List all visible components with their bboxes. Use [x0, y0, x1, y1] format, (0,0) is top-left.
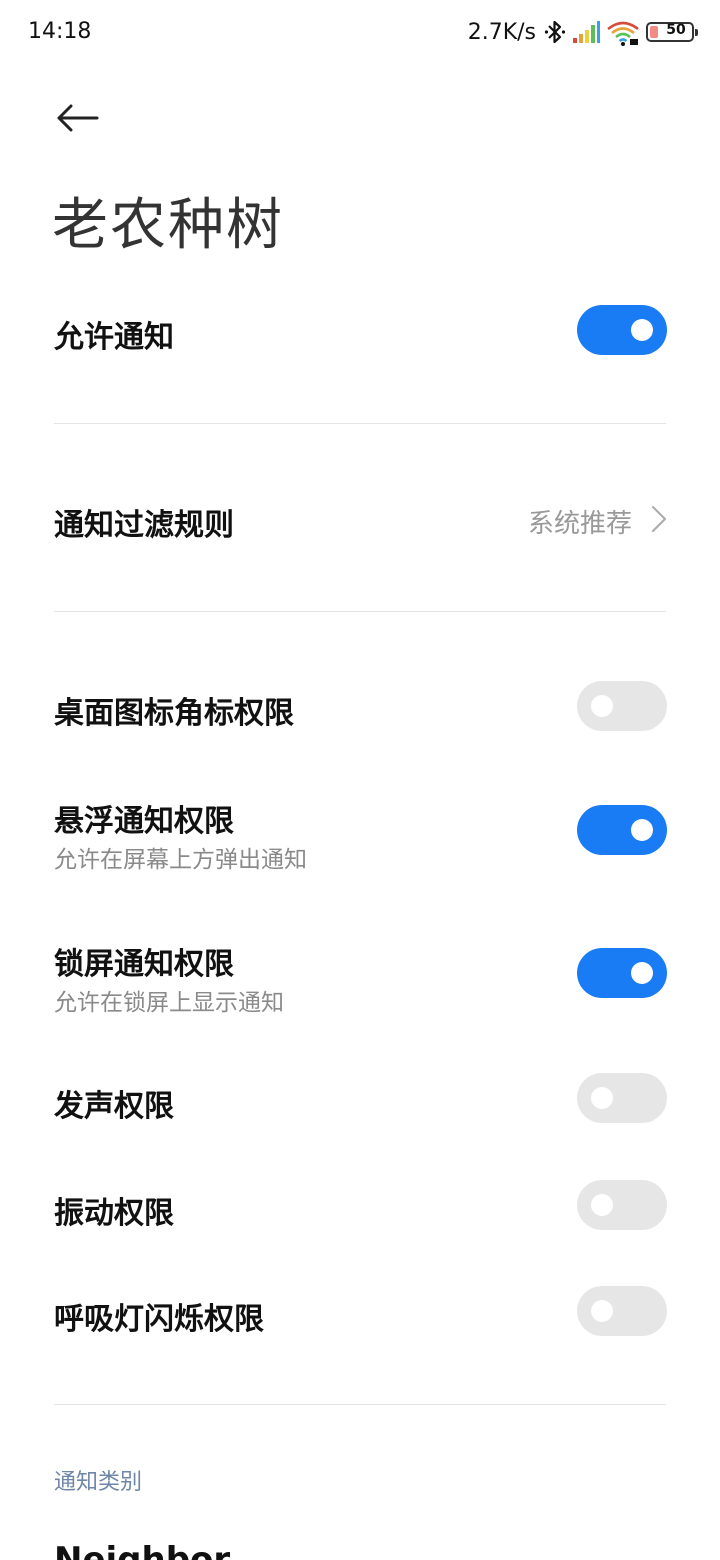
network-speed: 2.7K/s: [467, 19, 536, 45]
toggle-knob: [631, 319, 653, 341]
vibration-permission-toggle[interactable]: [577, 1180, 667, 1230]
divider: [54, 1404, 666, 1405]
badge-permission-toggle[interactable]: [577, 681, 667, 731]
floating-permission-description: 允许在屏幕上方弹出通知: [54, 847, 307, 873]
category-item[interactable]: Neighbor: [54, 1540, 230, 1560]
lockscreen-permission-description: 允许在锁屏上显示通知: [54, 990, 284, 1016]
lockscreen-permission-label: 锁屏通知权限: [54, 947, 234, 982]
row-filter-rules[interactable]: 通知过滤规则 系统推荐: [0, 460, 720, 580]
toggle-knob: [631, 819, 653, 841]
toggle-knob: [591, 1194, 613, 1216]
floating-permission-label: 悬浮通知权限: [54, 804, 234, 839]
wifi-icon: [607, 21, 639, 46]
row-breathing-light-permission[interactable]: 呼吸灯闪烁权限: [0, 1258, 720, 1364]
battery-level: [650, 26, 658, 38]
bluetooth-icon: [544, 20, 566, 44]
row-sound-permission[interactable]: 发声权限: [0, 1045, 720, 1151]
battery-icon: 50: [646, 22, 698, 42]
row-allow-notifications[interactable]: 允许通知: [0, 270, 720, 390]
chevron-right-icon: [652, 506, 666, 532]
filter-rules-value: 系统推荐: [527, 509, 632, 539]
status-bar: 14:18 2.7K/s 50: [0, 0, 720, 64]
vibration-permission-label: 振动权限: [54, 1196, 174, 1231]
row-badge-permission[interactable]: 桌面图标角标权限: [0, 650, 720, 760]
status-icons: 2.7K/s 50: [467, 16, 698, 48]
notification-settings-screen: 14:18 2.7K/s 50 老农种树 允许通知 通知过滤规则 系统推荐 桌面…: [0, 0, 720, 1560]
page-title: 老农种树: [52, 193, 284, 258]
allow-notifications-toggle[interactable]: [577, 305, 667, 355]
breathing-light-permission-label: 呼吸灯闪烁权限: [54, 1302, 264, 1337]
allow-notifications-label: 允许通知: [54, 320, 174, 355]
row-floating-permission[interactable]: 悬浮通知权限 允许在屏幕上方弹出通知: [0, 770, 720, 890]
row-vibration-permission[interactable]: 振动权限: [0, 1152, 720, 1258]
battery-percent: 50: [666, 22, 686, 38]
breathing-light-permission-toggle[interactable]: [577, 1286, 667, 1336]
toggle-knob: [631, 962, 653, 984]
section-header-notification-categories: 通知类别: [54, 1470, 143, 1495]
divider: [54, 611, 666, 612]
sound-permission-label: 发声权限: [54, 1089, 174, 1124]
filter-rules-label: 通知过滤规则: [54, 508, 234, 543]
sound-permission-toggle[interactable]: [577, 1073, 667, 1123]
badge-permission-label: 桌面图标角标权限: [54, 696, 294, 731]
floating-permission-toggle[interactable]: [577, 805, 667, 855]
toggle-knob: [591, 1300, 613, 1322]
arrow-left-icon: [57, 104, 99, 132]
row-lockscreen-permission[interactable]: 锁屏通知权限 允许在锁屏上显示通知: [0, 913, 720, 1033]
divider: [54, 423, 666, 424]
toggle-knob: [591, 1087, 613, 1109]
lockscreen-permission-toggle[interactable]: [577, 948, 667, 998]
toggle-knob: [591, 695, 613, 717]
back-button[interactable]: [50, 94, 104, 142]
signal-icon: [573, 21, 600, 43]
status-time: 14:18: [28, 19, 92, 44]
